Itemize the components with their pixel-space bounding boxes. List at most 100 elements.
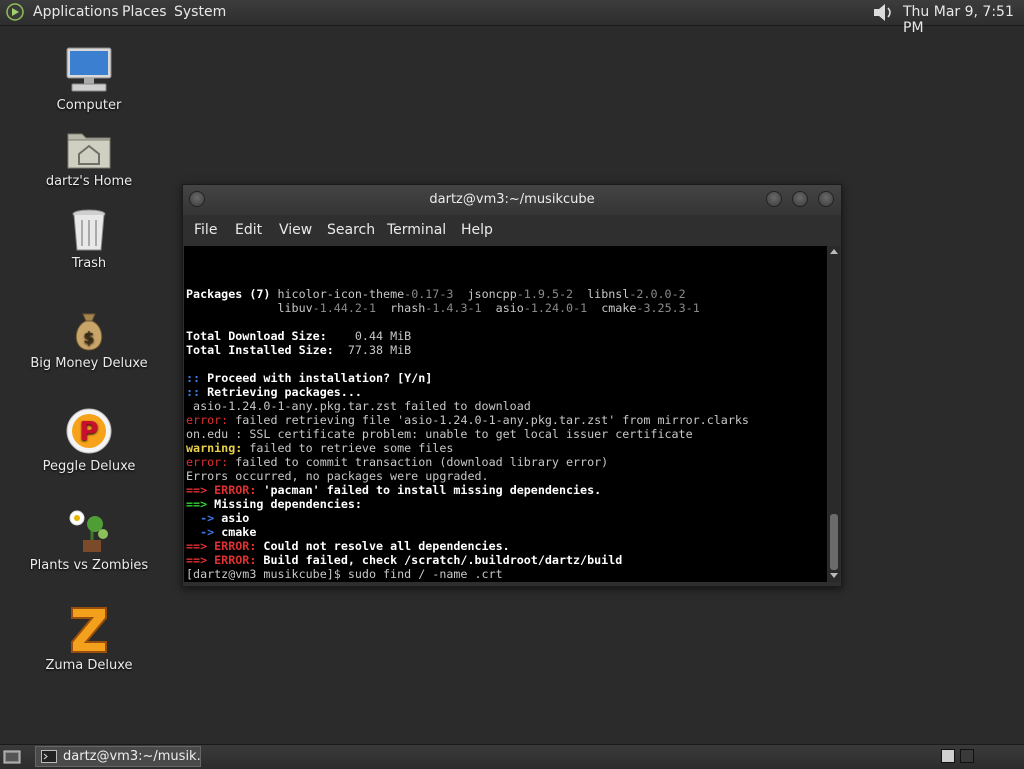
terminal-text-segment: -1.24.0-1 [523, 301, 588, 315]
terminal-line: Packages (7) hicolor-icon-theme-0.17-3 j… [186, 287, 827, 301]
terminal-line: ==> ERROR: Could not resolve all depende… [186, 539, 827, 553]
gnome-foot-icon[interactable] [6, 3, 24, 21]
terminal-text-segment: ==> ERROR: [186, 483, 257, 497]
bottom-panel: dartz@vm3:~/musik... [0, 744, 1024, 769]
terminal-text-segment: Packages (7) [186, 287, 278, 301]
home-folder-icon [67, 133, 111, 169]
terminal-text-segment: on.edu : SSL certificate problem: unable… [186, 427, 693, 441]
computer-icon [66, 47, 112, 92]
terminal-output[interactable]: Packages (7) hicolor-icon-theme-0.17-3 j… [184, 246, 827, 582]
terminal-line: ==> Missing dependencies: [186, 497, 827, 511]
plants-vs-zombies-icon [69, 510, 108, 552]
trash-icon [72, 209, 106, 251]
terminal-line: [dartz@vm3 musikcube]$ sudo find / -name… [186, 567, 827, 581]
terminal-text-segment: failed retrieving file 'asio-1.24.0-1-an… [228, 413, 749, 427]
terminal-text-segment: failed to commit transaction (download l… [228, 455, 609, 469]
menu-help[interactable]: Help [461, 222, 493, 238]
terminal-line: :: Proceed with installation? [Y/n] [186, 371, 827, 385]
terminal-line: asio-1.24.0-1-any.pkg.tar.zst failed to … [186, 399, 827, 413]
menu-terminal[interactable]: Terminal [387, 222, 446, 238]
terminal-line: error: failed retrieving file 'asio-1.24… [186, 413, 827, 427]
terminal-line: find: '/run/user/1000/gvfs': Permission … [186, 581, 827, 582]
terminal-lines: Packages (7) hicolor-icon-theme-0.17-3 j… [184, 274, 827, 582]
top-panel: Applications Places System Thu Mar 9, 7:… [0, 0, 1024, 36]
applications-menu[interactable]: Applications [33, 4, 119, 20]
terminal-text-segment: 0.44 MiB [354, 329, 412, 343]
workspace-1[interactable] [941, 749, 955, 763]
terminal-text-segment: rhash [376, 301, 426, 315]
scroll-down-arrow-icon[interactable] [830, 573, 838, 578]
taskbar-item-terminal[interactable]: dartz@vm3:~/musik... [35, 746, 201, 767]
menu-file[interactable]: File [194, 222, 217, 238]
desktop-icon-zuma[interactable]: Zuma Deluxe [14, 606, 164, 673]
terminal-line: -> asio [186, 511, 827, 525]
terminal-text-segment: Errors occurred, no packages were upgrad… [186, 469, 489, 483]
terminal-text-segment: ==> ERROR: [186, 553, 257, 567]
desktop-icon-big-money[interactable]: $ Big Money Deluxe [14, 310, 164, 371]
system-menu[interactable]: System [174, 4, 226, 20]
terminal-text-segment: libuv [186, 301, 313, 315]
menu-search[interactable]: Search [327, 222, 375, 238]
terminal-text-segment: ==> [186, 497, 208, 511]
scrollbar-thumb[interactable] [830, 514, 838, 570]
scrollbar[interactable] [828, 246, 840, 582]
terminal-line: ==> ERROR: 'pacman' failed to install mi… [186, 483, 827, 497]
terminal-text-segment: warning: [186, 441, 243, 455]
volume-icon[interactable] [871, 2, 895, 23]
desktop-icon-label: Big Money Deluxe [30, 356, 148, 371]
terminal-text-segment: cmake [587, 301, 637, 315]
terminal-text-segment: -1.44.2-1 [312, 301, 377, 315]
terminal-text-segment: 'pacman' failed to install missing depen… [256, 483, 602, 497]
terminal-text-segment: -> [186, 511, 215, 525]
menu-edit[interactable]: Edit [235, 222, 262, 238]
workspace-2[interactable] [960, 749, 974, 763]
places-menu[interactable]: Places [122, 4, 167, 20]
desktop-icon-label: dartz's Home [45, 174, 133, 189]
desktop-icon-computer[interactable]: Computer [14, 46, 164, 113]
terminal-text-segment: :: [186, 371, 201, 385]
terminal-line: Errors occurred, no packages were upgrad… [186, 469, 827, 483]
desktop-icon-trash[interactable]: Trash [14, 208, 164, 271]
minimize-button[interactable] [766, 191, 782, 207]
terminal-text-segment: -3.25.3-1 [636, 301, 700, 315]
window-titlebar[interactable]: dartz@vm3:~/musikcube [183, 185, 841, 215]
terminal-text-segment: [dartz@vm3 musikcube]$ sudo find / -name… [186, 567, 503, 581]
window-title: dartz@vm3:~/musikcube [429, 192, 595, 207]
terminal-line: Total Installed Size: 77.38 MiB [186, 343, 827, 357]
maximize-button[interactable] [792, 191, 808, 207]
taskbar-item-label: dartz@vm3:~/musik... [63, 749, 200, 764]
terminal-icon [41, 750, 57, 763]
terminal-text-segment: :: [186, 385, 201, 399]
show-desktop-icon[interactable] [3, 748, 21, 766]
terminal-text-segment: -1.9.5-2 [516, 287, 574, 301]
terminal-text-segment: find: '/run/user/1000/gvfs': Permission … [186, 581, 510, 582]
scroll-up-arrow-icon[interactable] [830, 249, 838, 254]
desktop-icon-peggle[interactable]: P Peggle Deluxe [14, 407, 164, 474]
desktop-icon-home[interactable]: dartz's Home [14, 128, 164, 189]
desktop-icon-label: Zuma Deluxe [45, 658, 133, 673]
terminal-line: error: failed to commit transaction (dow… [186, 455, 827, 469]
terminal-text-segment: hicolor-icon-theme [277, 287, 405, 301]
desktop-icon-pvz[interactable]: Plants vs Zombies [14, 506, 164, 573]
terminal-text-segment: libnsl [573, 287, 630, 301]
terminal-text-segment: asio [214, 511, 250, 525]
terminal-text-segment: error: [186, 413, 229, 427]
terminal-text-segment: error: [186, 455, 229, 469]
terminal-line: on.edu : SSL certificate problem: unable… [186, 427, 827, 441]
desktop-icon-label: Computer [56, 98, 122, 113]
terminal-menubar: File Edit View Search Terminal Help [183, 215, 841, 245]
terminal-text-segment: asio-1.24.0-1-any.pkg.tar.zst failed to … [186, 399, 531, 413]
terminal-line: :: Retrieving packages... [186, 385, 827, 399]
terminal-text-segment: ==> ERROR: [186, 539, 257, 553]
terminal-text-segment: -1.4.3-1 [425, 301, 482, 315]
terminal-text-segment: cmake [214, 525, 257, 539]
terminal-window[interactable]: dartz@vm3:~/musikcube File Edit View Sea… [182, 184, 842, 587]
desktop-icon-label: Plants vs Zombies [29, 558, 149, 573]
menu-view[interactable]: View [279, 222, 312, 238]
clock[interactable]: Thu Mar 9, 7:51 PM [903, 4, 1024, 36]
zuma-icon [71, 607, 107, 653]
close-button[interactable] [818, 191, 834, 207]
terminal-text-segment: asio [481, 301, 524, 315]
